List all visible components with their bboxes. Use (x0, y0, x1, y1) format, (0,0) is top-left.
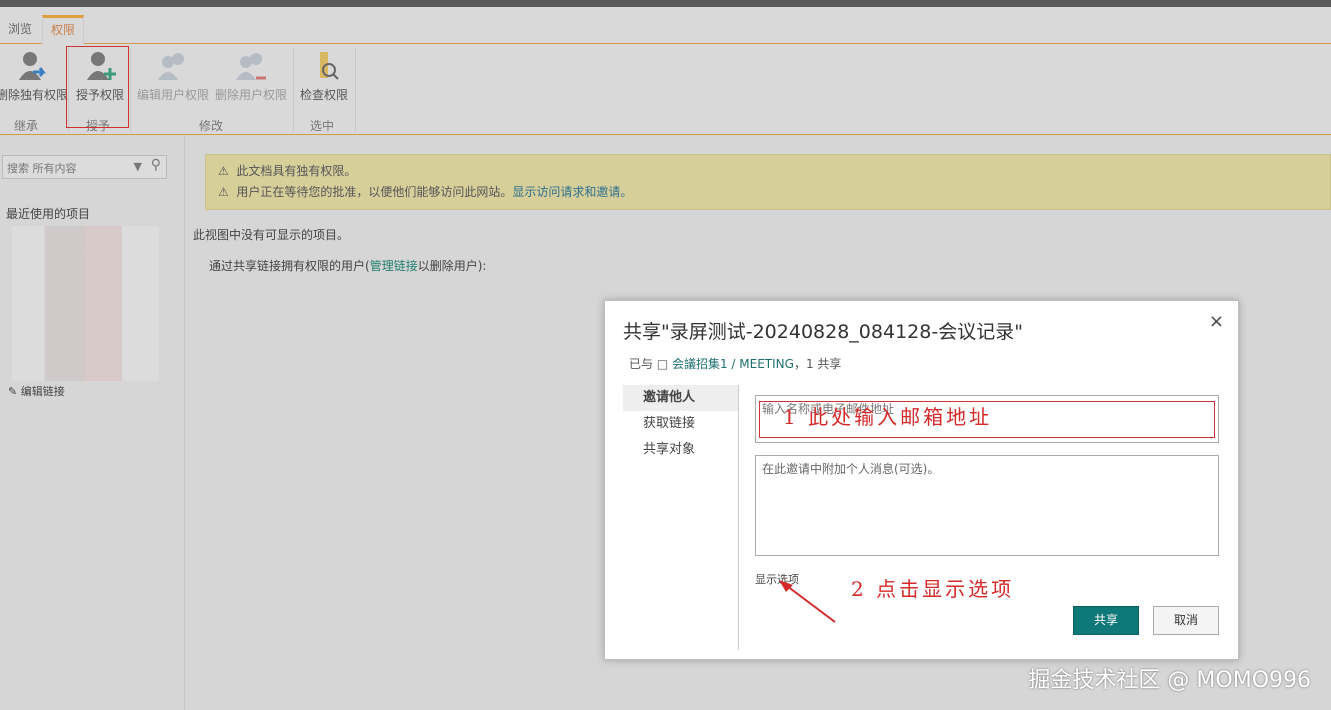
tab-get-link[interactable]: 获取链接 (623, 411, 738, 437)
dropdown-icon[interactable]: ▼ (134, 160, 142, 173)
divider (355, 48, 356, 132)
tab-invite[interactable]: 邀请他人 (623, 385, 738, 411)
warning-banner: ⚠ 此文档具有独有权限。 ⚠ 用户正在等待您的批准，以便他们能够访问此网站。显示… (205, 154, 1331, 210)
label: 编辑用户权限 (137, 88, 210, 102)
ribbon-tabs: 浏览 权限 (0, 7, 1331, 44)
check-permissions-button[interactable]: 检查权限 (300, 50, 348, 103)
share-button[interactable]: 共享 (1073, 606, 1139, 635)
annotation-1: 1 此处输入邮箱地址 (783, 405, 993, 429)
warning-icon: ⚠ (218, 164, 229, 178)
edit-links[interactable]: ✎ 编辑链接 (8, 383, 65, 399)
label: 删除独有权限 (0, 88, 69, 102)
left-nav: 搜索 所有内容 ▼ ⚲ 最近使用的项目 ✎ 编辑链接 (0, 136, 185, 710)
search-icon[interactable]: ⚲ (151, 157, 161, 173)
warning-text: 此文档具有独有权限。 (236, 164, 357, 178)
access-requests-link[interactable]: 显示访问请求和邀请。 (512, 185, 632, 199)
top-bar (0, 0, 1331, 7)
divider (130, 48, 131, 132)
warning-text: 用户正在等待您的批准，以便他们能够访问此网站。 (236, 185, 513, 199)
remove-user-permissions-button[interactable]: 删除用户权限 (215, 50, 287, 103)
divider (293, 48, 294, 132)
key-search-icon (307, 50, 341, 82)
user-arrow-icon (15, 50, 49, 82)
search-input[interactable]: 搜索 所有内容 ▼ ⚲ (2, 155, 167, 179)
ribbon: 删除独有权限 授予权限 编辑用户权限 删除用户权限 检查权限 继承 授予 修改 … (0, 44, 1331, 135)
tab-permissions[interactable]: 权限 (42, 15, 85, 44)
close-icon[interactable]: × (1209, 311, 1224, 332)
group-modify: 修改 (199, 119, 224, 133)
label: 检查权限 (300, 88, 349, 102)
recent-items-heading: 最近使用的项目 (6, 207, 91, 221)
warning-icon: ⚠ (218, 185, 229, 199)
users-edit-icon (156, 50, 190, 82)
shared-users-text: 通过共享链接拥有权限的用户(管理链接以删除用户): (209, 259, 487, 273)
shared-with: 已与 □ 会議招集1 / MEETING，1 共享 (629, 357, 842, 371)
group-check: 选中 (310, 119, 335, 133)
watermark: 掘金技术社区 @ MOMO996 (1028, 668, 1311, 693)
annotation-arrow-icon (779, 580, 836, 623)
manage-links[interactable]: 管理链接 (370, 259, 418, 273)
shared-with-link[interactable]: 会議招集1 / MEETING (672, 357, 794, 371)
main-content: ⚠ 此文档具有独有权限。 ⚠ 用户正在等待您的批准，以便他们能够访问此网站。显示… (193, 154, 1331, 274)
group-inherit: 继承 (14, 119, 39, 133)
users-remove-icon (234, 50, 268, 82)
edit-user-permissions-button[interactable]: 编辑用户权限 (137, 50, 209, 103)
highlight-box (66, 46, 129, 128)
dialog-side-nav: 邀请他人 获取链接 共享对象 (623, 385, 739, 650)
empty-message: 此视图中没有可显示的项目。 (193, 228, 350, 242)
tab-shared-with[interactable]: 共享对象 (623, 437, 738, 463)
tab-browse[interactable]: 浏览 (0, 15, 40, 44)
cancel-button[interactable]: 取消 (1153, 606, 1219, 635)
message-textarea[interactable]: 在此邀请中附加个人消息(可选)。 (755, 455, 1219, 556)
dialog-title: 共享"录屏测试-20240828_084128-会议记录" (623, 321, 1023, 343)
label: 删除用户权限 (215, 88, 288, 102)
pencil-icon: ✎ (8, 385, 21, 398)
blurred-items (12, 226, 159, 381)
share-dialog: 共享"录屏测试-20240828_084128-会议记录" × 已与 □ 会議招… (604, 300, 1239, 660)
annotation-2: 2 点击显示选项 (851, 577, 1015, 601)
stop-inheriting-button[interactable]: 删除独有权限 (0, 50, 68, 103)
